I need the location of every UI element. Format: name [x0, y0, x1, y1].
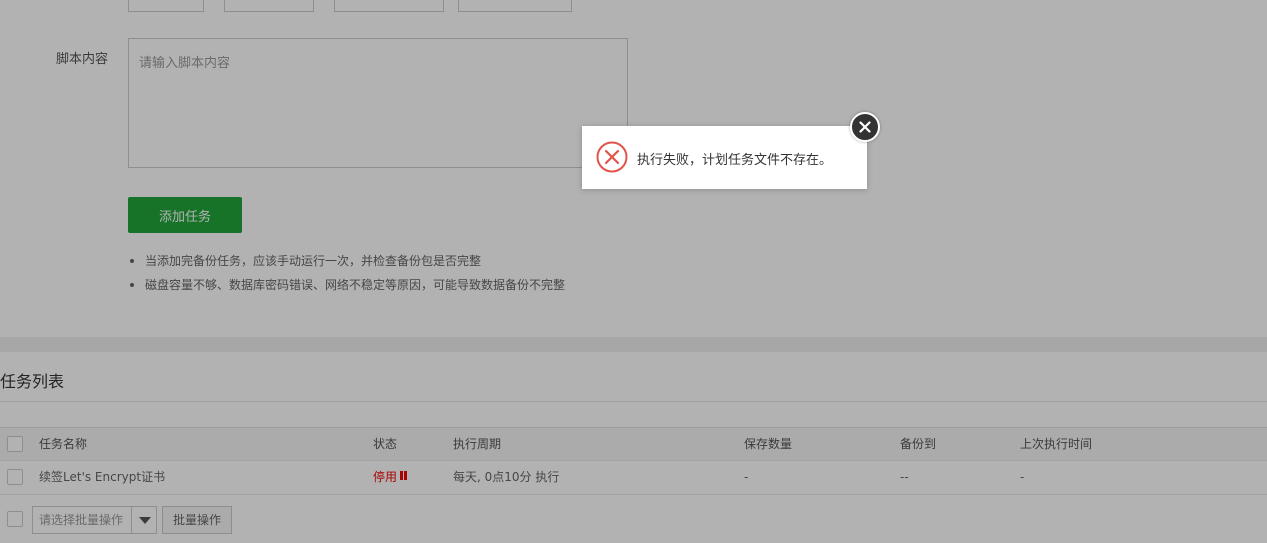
close-dialog-button[interactable] [850, 112, 880, 142]
error-message-text: 执行失败，计划任务文件不存在。 [637, 153, 833, 168]
close-icon [859, 121, 871, 133]
page: 脚本内容 请输入脚本内容 添加任务 当添加完备份任务，应该手动运行一次，并检查备… [0, 0, 1267, 543]
error-circle-icon [596, 141, 628, 173]
error-message-dialog: 执行失败，计划任务文件不存在。 [582, 126, 867, 189]
modal-overlay[interactable] [0, 0, 1267, 543]
